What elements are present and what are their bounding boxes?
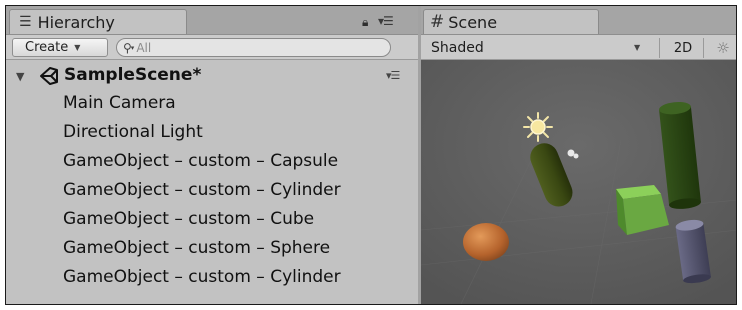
scene-view-canvas xyxy=(421,60,736,304)
scene-options-menu-icon[interactable]: ▾☰ xyxy=(386,69,400,82)
search-input[interactable] xyxy=(136,40,337,55)
gameobject-list: Main Camera Directional Light GameObject… xyxy=(6,89,418,292)
hierarchy-tab-bar: ☰ Hierarchy 🔒︎ ▾☰ xyxy=(6,6,418,34)
hierarchy-list-icon: ☰ xyxy=(19,14,32,30)
lock-icon[interactable]: 🔒︎ xyxy=(362,15,368,30)
list-item-cylinder[interactable]: GameObject – custom – Cylinder xyxy=(6,176,418,205)
unity-scene-icon xyxy=(38,65,60,91)
scene-name: SampleScene* xyxy=(64,65,202,85)
hierarchy-panel: ☰ Hierarchy 🔒︎ ▾☰ Create ▼ ⚲ ▾ ▼ xyxy=(6,6,418,304)
list-item-capsule[interactable]: GameObject – custom – Capsule xyxy=(6,147,418,176)
create-label: Create xyxy=(25,40,69,55)
sphere-object[interactable] xyxy=(463,223,509,261)
scene-tab-bar: # Scene xyxy=(421,6,736,34)
hierarchy-search-field[interactable]: ⚲ ▾ xyxy=(116,38,391,57)
scene-panel: # Scene Shaded ▼ 2D ☼ xyxy=(421,6,736,304)
tab-scene[interactable]: # Scene xyxy=(423,9,599,34)
list-item-sphere[interactable]: GameObject – custom – Sphere xyxy=(6,234,418,263)
list-item-cylinder-2[interactable]: GameObject – custom – Cylinder xyxy=(6,263,418,292)
light-toggle-icon[interactable]: ☼ xyxy=(709,38,736,58)
foldout-arrow-icon[interactable]: ▼ xyxy=(16,70,24,83)
search-filter-dropdown-icon[interactable]: ▾ xyxy=(131,44,135,52)
list-item-directional-light[interactable]: Directional Light xyxy=(6,118,418,147)
toggle-2d-button[interactable]: 2D xyxy=(667,38,699,58)
list-item-cube[interactable]: GameObject – custom – Cube xyxy=(6,205,418,234)
tab-menu-icon[interactable]: ▾☰ xyxy=(378,14,394,28)
tab-scene-label: Scene xyxy=(448,12,498,32)
sun-gizmo-icon[interactable] xyxy=(523,112,553,142)
toolbar-divider xyxy=(659,38,660,58)
draw-mode-label: Shaded xyxy=(431,39,484,56)
draw-mode-dropdown[interactable]: Shaded ▼ xyxy=(421,37,661,58)
toolbar-divider xyxy=(703,38,704,58)
scene-viewport[interactable] xyxy=(421,60,736,304)
scene-root-row[interactable]: ▼ SampleScene* ▾☰ xyxy=(6,63,418,89)
chevron-down-icon: ▼ xyxy=(634,43,641,52)
tab-hierarchy[interactable]: ☰ Hierarchy xyxy=(9,9,187,34)
tab-hierarchy-label: Hierarchy xyxy=(37,12,115,32)
scene-toolbar: Shaded ▼ 2D ☼ xyxy=(421,34,736,60)
hierarchy-toolbar: Create ▼ ⚲ ▾ xyxy=(6,34,418,60)
create-dropdown-button[interactable]: Create ▼ xyxy=(12,38,108,57)
chevron-down-icon: ▼ xyxy=(74,43,81,52)
list-item-main-camera[interactable]: Main Camera xyxy=(6,89,418,118)
editor-window: ☰ Hierarchy 🔒︎ ▾☰ Create ▼ ⚲ ▾ ▼ xyxy=(5,5,737,305)
hash-icon: # xyxy=(430,11,445,32)
